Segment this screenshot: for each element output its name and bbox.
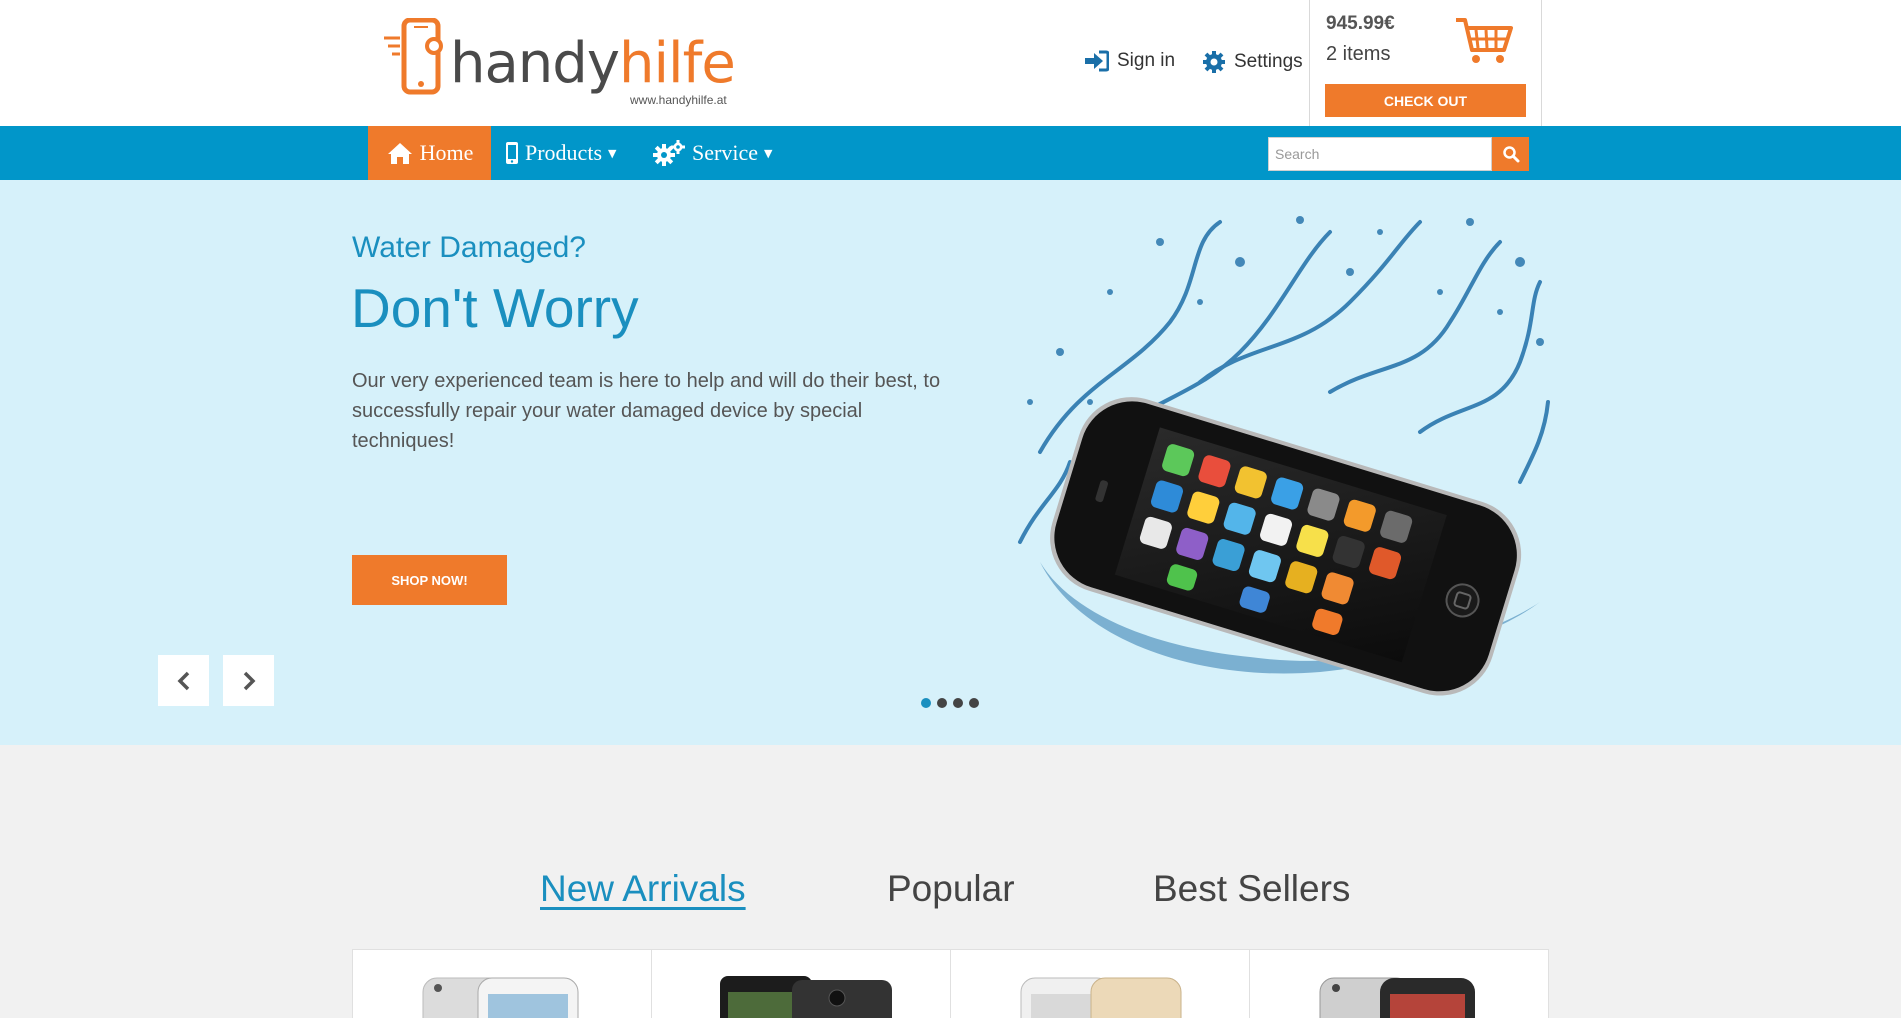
slider-next-button[interactable] bbox=[223, 655, 274, 706]
nav-products-label: Products bbox=[525, 140, 602, 165]
nav-service[interactable]: Service ▼ bbox=[652, 126, 772, 180]
site-header: handyhilfe www.handyhilfe.at Sign in Set… bbox=[0, 0, 1901, 126]
search-button[interactable] bbox=[1492, 137, 1529, 171]
water-splash-phone-image bbox=[1018, 216, 1550, 696]
nav-products[interactable]: Products ▼ bbox=[505, 126, 616, 180]
settings-label: Settings bbox=[1234, 51, 1303, 72]
settings-link[interactable]: Settings bbox=[1202, 50, 1303, 74]
main-navbar: Home Products ▼ Service ▼ bbox=[0, 126, 1901, 180]
slider-dot[interactable] bbox=[921, 698, 931, 708]
phone-logo-icon bbox=[384, 18, 443, 95]
tab-popular[interactable]: Popular bbox=[887, 868, 1015, 910]
sign-in-label: Sign in bbox=[1117, 50, 1176, 71]
hero-description: Our very experienced team is here to hel… bbox=[352, 370, 941, 452]
cart-icon[interactable] bbox=[1454, 16, 1514, 66]
iphone-gold-image bbox=[1020, 977, 1182, 1018]
slider-dots bbox=[921, 698, 979, 708]
nexus-phone-image bbox=[720, 976, 892, 1018]
site-logo[interactable]: handyhilfe www.handyhilfe.at bbox=[382, 14, 742, 110]
slider-dot[interactable] bbox=[937, 698, 947, 708]
cart-total: 945.99€ bbox=[1326, 13, 1395, 34]
sign-in-icon bbox=[1085, 50, 1109, 72]
product-tabs: New Arrivals Popular Best Sellers bbox=[0, 868, 1901, 918]
logo-url: www.handyhilfe.at bbox=[630, 93, 727, 107]
slider-dot[interactable] bbox=[953, 698, 963, 708]
hero-slider: Water Damaged? Don't Worry Our very expe… bbox=[0, 180, 1901, 745]
search-icon bbox=[1502, 146, 1519, 163]
product-card[interactable] bbox=[950, 949, 1250, 1018]
sign-in-link[interactable]: Sign in bbox=[1083, 50, 1175, 72]
product-grid bbox=[352, 949, 1552, 1018]
gears-icon bbox=[653, 140, 685, 166]
logo-wordmark: handyhilfe bbox=[450, 31, 736, 96]
cart-summary: 945.99€ 2 items CHECK OUT bbox=[1309, 0, 1542, 126]
iphone-silver-image bbox=[422, 977, 579, 1018]
shop-now-button[interactable]: SHOP NOW! bbox=[352, 555, 507, 605]
search-input[interactable] bbox=[1268, 137, 1492, 171]
cart-item-count: 2 items bbox=[1326, 43, 1391, 65]
iphone-space-gray-image bbox=[1319, 977, 1475, 1018]
hero-title: Don't Worry bbox=[351, 277, 639, 339]
nav-service-label: Service bbox=[692, 140, 758, 165]
chevron-left-icon bbox=[177, 671, 189, 690]
slider-dot[interactable] bbox=[969, 698, 979, 708]
checkout-button[interactable]: CHECK OUT bbox=[1325, 84, 1526, 117]
slider-prev-button[interactable] bbox=[158, 655, 209, 706]
nav-home[interactable]: Home bbox=[368, 126, 491, 180]
hero-subtitle: Water Damaged? bbox=[352, 231, 586, 264]
mobile-icon bbox=[506, 142, 518, 164]
product-card[interactable] bbox=[352, 949, 652, 1018]
tab-new-arrivals[interactable]: New Arrivals bbox=[540, 868, 746, 910]
product-card[interactable] bbox=[1249, 949, 1549, 1018]
chevron-down-icon: ▼ bbox=[608, 146, 617, 160]
gear-icon bbox=[1203, 51, 1225, 73]
tab-best-sellers[interactable]: Best Sellers bbox=[1153, 868, 1350, 910]
nav-home-label: Home bbox=[419, 140, 474, 165]
product-card[interactable] bbox=[651, 949, 951, 1018]
chevron-down-icon: ▼ bbox=[763, 146, 773, 160]
chevron-right-icon bbox=[243, 671, 255, 690]
home-icon bbox=[387, 143, 412, 164]
